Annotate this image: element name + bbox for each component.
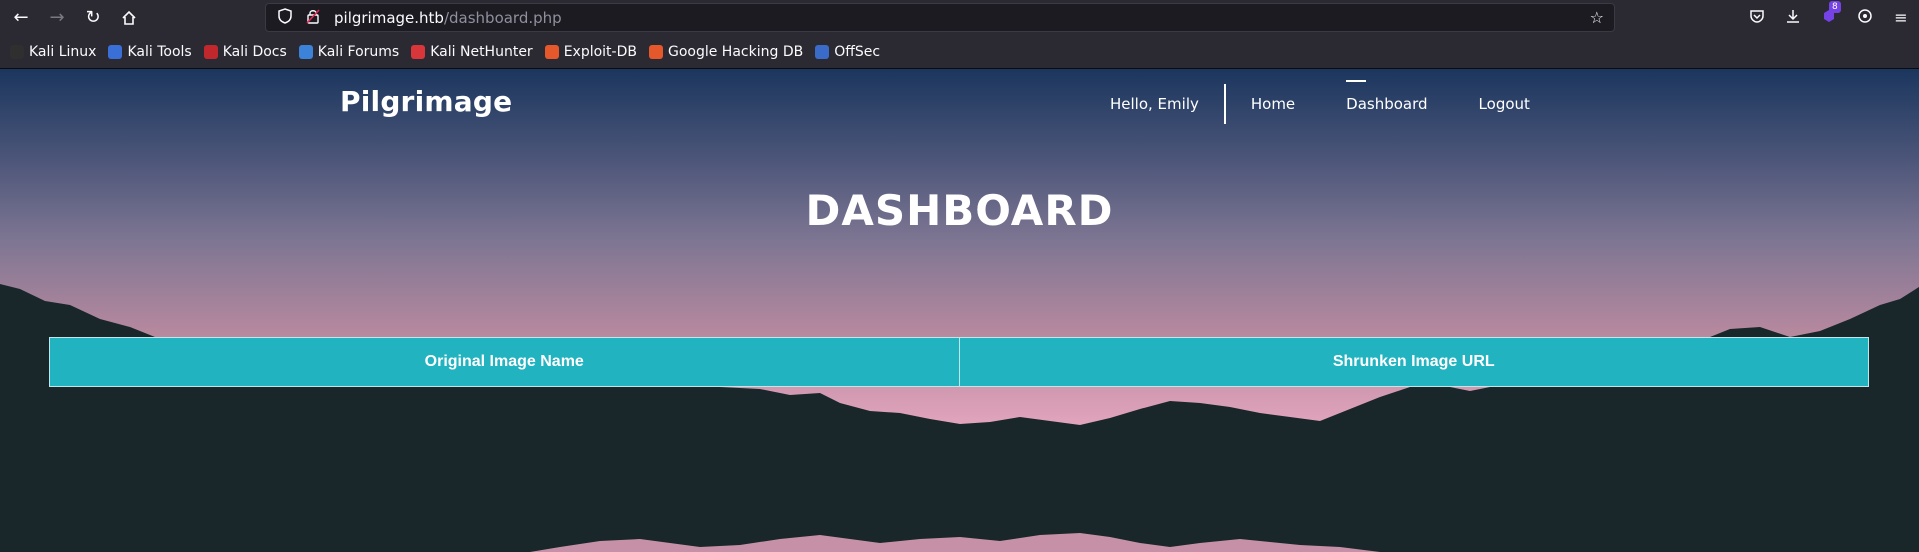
extensions-icon[interactable]: 8 xyxy=(1811,0,1847,28)
extensions-badge: 8 xyxy=(1829,0,1841,13)
page-title: DASHBOARD xyxy=(805,186,1114,235)
bookmark-label: Kali NetHunter xyxy=(430,43,533,60)
user-greeting: Hello, Emily xyxy=(1110,95,1199,113)
nethunter-icon xyxy=(411,44,426,59)
main-nav: Hello, Emily Home Dashboard Logout xyxy=(1110,80,1556,124)
bookmark-label: Exploit-DB xyxy=(563,43,637,60)
toolbar-right-icons: 8 ≡ xyxy=(1739,0,1919,35)
bookmark-exploit-db[interactable]: Exploit-DB xyxy=(544,43,637,60)
bookmark-kali-docs[interactable]: Kali Docs xyxy=(203,43,287,60)
site-logo[interactable]: Pilgrimage xyxy=(340,85,512,118)
url-host: pilgrimage.htb xyxy=(334,8,444,27)
url-text[interactable]: pilgrimage.htb/dashboard.php xyxy=(334,9,562,27)
bookmark-label: Kali Tools xyxy=(127,43,192,60)
bookmark-label: Kali Linux xyxy=(29,43,97,60)
home-icon xyxy=(122,10,136,25)
lock-warning-icon[interactable] xyxy=(304,8,322,28)
kali-forums-icon xyxy=(298,44,313,59)
page-content: Pilgrimage Hello, Emily Home Dashboard L… xyxy=(0,69,1919,552)
bookmarks-bar: Kali Linux Kali Tools Kali Docs Kali For… xyxy=(0,35,1919,69)
kali-docs-icon xyxy=(203,44,218,59)
bookmark-label: Kali Docs xyxy=(222,43,287,60)
bookmark-offsec[interactable]: OffSec xyxy=(815,44,880,60)
bookmark-kali-nethunter[interactable]: Kali NetHunter xyxy=(411,43,533,60)
nav-logout[interactable]: Logout xyxy=(1479,95,1530,113)
nav-divider xyxy=(1223,84,1226,124)
browser-toolbar: ← → ↻ pilgrimage.htb/dashboard.php ☆ 8 ≡ xyxy=(0,0,1919,35)
kali-dragon-icon xyxy=(10,44,24,59)
shield-icon[interactable] xyxy=(276,7,294,28)
menu-icon[interactable]: ≡ xyxy=(1883,8,1919,27)
column-header-original-name: Original Image Name xyxy=(424,353,584,370)
bookmark-google-hacking-db[interactable]: Google Hacking DB xyxy=(648,43,804,60)
bookmark-kali-linux[interactable]: Kali Linux xyxy=(10,44,96,60)
reload-icon: ↻ xyxy=(85,7,101,28)
bookmark-label: Kali Forums xyxy=(317,43,400,60)
bookmark-label: OffSec xyxy=(834,43,881,60)
images-table: Original Image Name Shrunken Image URL xyxy=(49,337,1869,387)
pocket-icon[interactable] xyxy=(1739,8,1775,28)
offsec-icon xyxy=(815,44,830,59)
arrow-right-icon: → xyxy=(49,7,65,28)
reload-button[interactable]: ↻ xyxy=(78,3,108,33)
ghdb-icon xyxy=(648,44,663,59)
nav-dashboard[interactable]: Dashboard xyxy=(1346,80,1428,113)
kali-tools-icon xyxy=(108,44,123,59)
address-bar[interactable]: pilgrimage.htb/dashboard.php ☆ xyxy=(265,3,1615,32)
bookmark-kali-tools[interactable]: Kali Tools xyxy=(108,43,192,60)
site-header: Pilgrimage Hello, Emily Home Dashboard L… xyxy=(0,69,1919,139)
downloads-icon[interactable] xyxy=(1775,8,1811,28)
nav-home[interactable]: Home xyxy=(1251,95,1295,113)
back-button[interactable]: ← xyxy=(6,3,36,33)
bookmark-label: Google Hacking DB xyxy=(667,43,804,60)
forward-button[interactable]: → xyxy=(42,3,72,33)
mountain-background xyxy=(0,284,1919,552)
bookmark-kali-forums[interactable]: Kali Forums xyxy=(298,43,400,60)
url-path: /dashboard.php xyxy=(443,8,562,27)
home-button[interactable] xyxy=(114,3,144,33)
bookmark-star-icon[interactable]: ☆ xyxy=(1590,8,1604,27)
exploit-db-icon xyxy=(544,44,559,59)
column-header-shrunken-url: Shrunken Image URL xyxy=(958,338,1869,386)
account-icon[interactable] xyxy=(1847,8,1883,28)
arrow-left-icon: ← xyxy=(13,7,29,28)
